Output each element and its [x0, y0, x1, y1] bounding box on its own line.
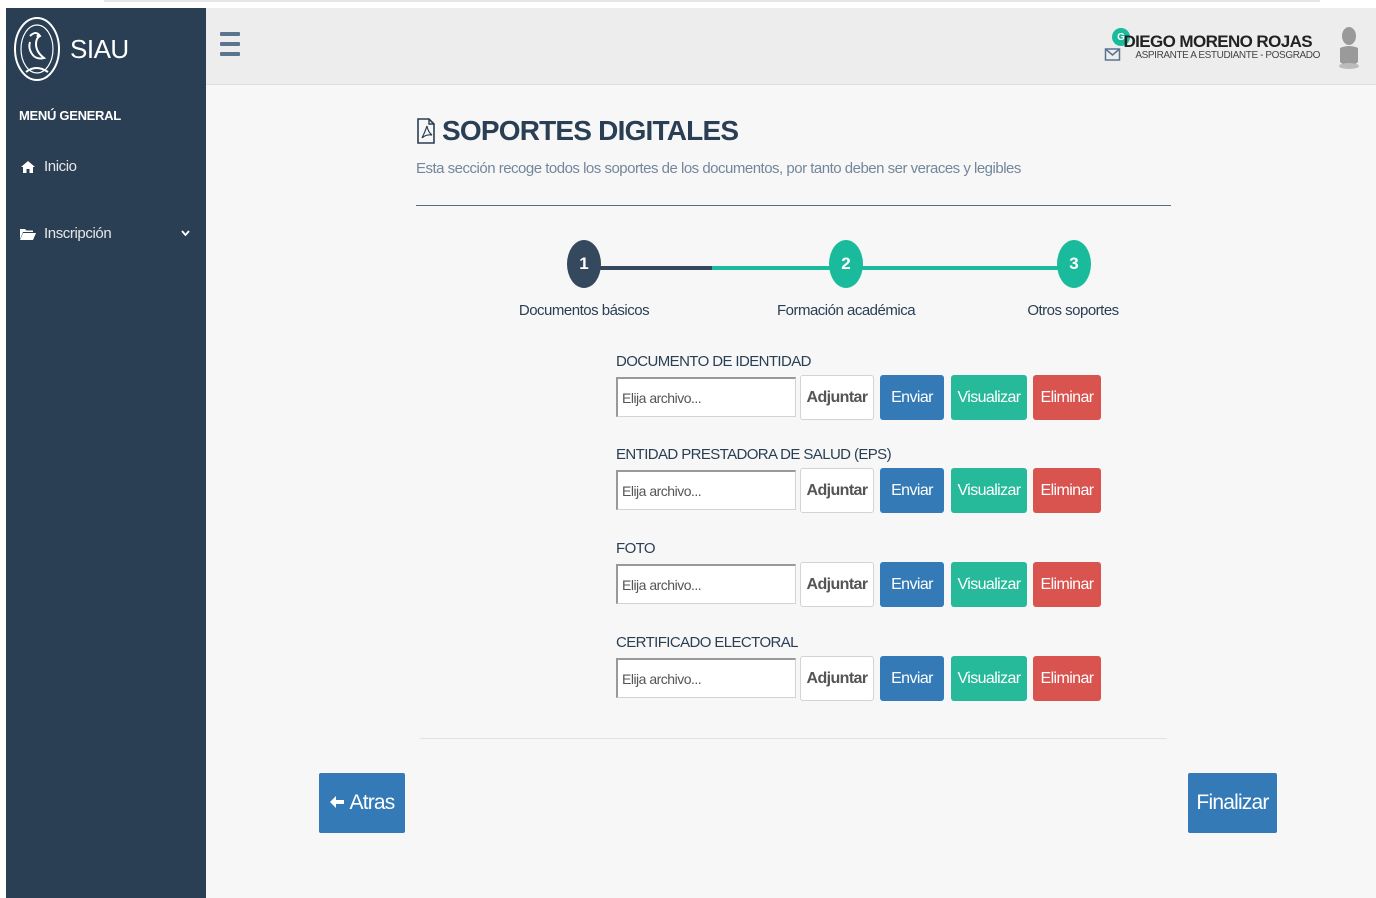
file-pdf-icon: [417, 118, 435, 144]
arrow-left-icon: [329, 793, 345, 814]
folder-open-icon: [18, 226, 38, 242]
file-input[interactable]: Elija archivo...: [616, 564, 796, 604]
finish-button[interactable]: Finalizar: [1188, 773, 1277, 833]
back-button[interactable]: Atras: [319, 773, 405, 833]
send-button[interactable]: Enviar: [880, 656, 944, 701]
step-connector-active: [712, 266, 1074, 270]
view-button[interactable]: Visualizar: [951, 562, 1027, 607]
document-label: CERTIFICADO ELECTORAL: [616, 634, 798, 651]
page-subtitle: Esta sección recoge todos los soportes d…: [416, 160, 1021, 177]
top-strip: [0, 0, 1376, 8]
step-3-label: Otros soportes: [1027, 302, 1119, 319]
document-label: ENTIDAD PRESTADORA DE SALUD (EPS): [616, 446, 892, 463]
document-controls: Elija archivo... Adjuntar Enviar Visuali…: [616, 468, 1116, 513]
divider: [420, 738, 1167, 739]
home-icon: [18, 159, 38, 175]
back-button-label: Atras: [349, 791, 395, 814]
sidebar-item-label: Inscripción: [44, 225, 112, 242]
delete-button[interactable]: Eliminar: [1033, 468, 1101, 513]
sidebar-item-inscripcion[interactable]: Inscripción: [18, 225, 196, 242]
attach-button[interactable]: Adjuntar: [800, 375, 874, 420]
step-2-circle[interactable]: 2: [829, 240, 863, 288]
main-content: SOPORTES DIGITALES Esta sección recoge t…: [206, 85, 1376, 898]
menu-title: MENÚ GENERAL: [19, 108, 121, 123]
divider: [416, 205, 1171, 206]
attach-button[interactable]: Adjuntar: [800, 562, 874, 607]
step-1-circle[interactable]: 1: [567, 240, 601, 288]
attach-button[interactable]: Adjuntar: [800, 656, 874, 701]
view-button[interactable]: Visualizar: [951, 375, 1027, 420]
page-title: SOPORTES DIGITALES: [416, 115, 739, 147]
document-upload-foto: FOTO Elija archivo... Adjuntar Enviar Vi…: [616, 540, 1116, 607]
step-2-label: Formación académica: [776, 302, 916, 319]
attach-button[interactable]: Adjuntar: [800, 468, 874, 513]
sidebar: SIAU MENÚ GENERAL Inicio Inscripción: [6, 8, 206, 898]
document-label: DOCUMENTO DE IDENTIDAD: [616, 353, 811, 370]
top-navbar: G DIEGO MORENO ROJAS ASPIRANTE A ESTUDIA…: [206, 8, 1376, 85]
send-button[interactable]: Enviar: [880, 562, 944, 607]
document-upload-identidad: DOCUMENTO DE IDENTIDAD Elija archivo... …: [616, 353, 1116, 420]
step-1-label: Documentos básicos: [518, 302, 650, 319]
document-label: FOTO: [616, 540, 656, 557]
menu-toggle-icon[interactable]: [220, 32, 240, 58]
page-title-text: SOPORTES DIGITALES: [442, 115, 739, 146]
step-connector-completed: [584, 266, 712, 270]
user-role: ASPIRANTE A ESTUDIANTE - POSGRADO: [1135, 50, 1320, 61]
unillanos-logo-icon: [14, 17, 60, 81]
user-name[interactable]: DIEGO MORENO ROJAS: [1123, 32, 1312, 52]
sidebar-item-inicio[interactable]: Inicio: [18, 158, 196, 175]
mail-icon[interactable]: [1104, 44, 1122, 62]
step-3-circle[interactable]: 3: [1057, 240, 1091, 288]
brand[interactable]: SIAU: [12, 14, 129, 84]
delete-button[interactable]: Eliminar: [1033, 562, 1101, 607]
document-controls: Elija archivo... Adjuntar Enviar Visuali…: [616, 656, 1116, 701]
document-upload-certificado: CERTIFICADO ELECTORAL Elija archivo... A…: [616, 634, 1116, 701]
chevron-down-icon: [181, 227, 190, 239]
brand-name: SIAU: [70, 33, 129, 64]
send-button[interactable]: Enviar: [880, 468, 944, 513]
send-button[interactable]: Enviar: [880, 375, 944, 420]
file-input[interactable]: Elija archivo...: [616, 377, 796, 417]
sidebar-item-label: Inicio: [44, 158, 77, 175]
file-input[interactable]: Elija archivo...: [616, 470, 796, 510]
file-input[interactable]: Elija archivo...: [616, 658, 796, 698]
document-upload-eps: ENTIDAD PRESTADORA DE SALUD (EPS) Elija …: [616, 446, 1116, 513]
avatar[interactable]: [1336, 26, 1362, 70]
document-controls: Elija archivo... Adjuntar Enviar Visuali…: [616, 562, 1116, 607]
delete-button[interactable]: Eliminar: [1033, 375, 1101, 420]
document-controls: Elija archivo... Adjuntar Enviar Visuali…: [616, 375, 1116, 420]
delete-button[interactable]: Eliminar: [1033, 656, 1101, 701]
view-button[interactable]: Visualizar: [951, 656, 1027, 701]
view-button[interactable]: Visualizar: [951, 468, 1027, 513]
